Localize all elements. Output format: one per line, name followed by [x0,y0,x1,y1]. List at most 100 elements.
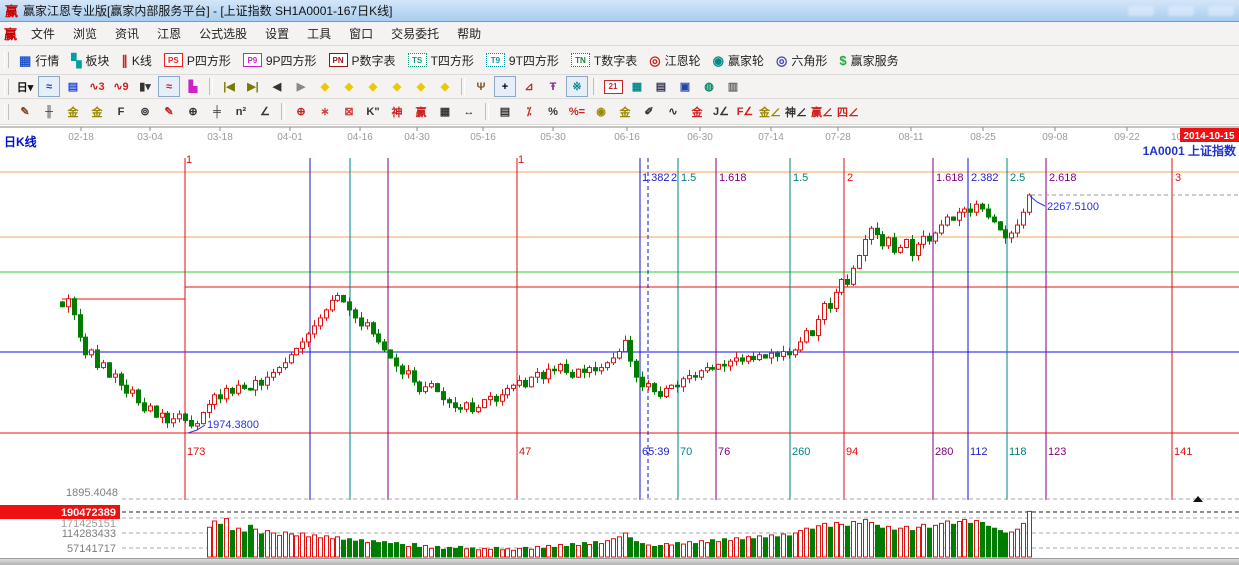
percent-button[interactable]: % [542,101,564,122]
grid-star-button[interactable]: ⊠ [338,101,360,122]
f-ruler-button[interactable]: F [110,101,132,122]
diamond-cross-button[interactable]: ◆ [434,76,456,97]
t-square-button[interactable]: TS T四方形 [402,49,480,72]
star-web-button[interactable]: ∗ [314,101,336,122]
first-page-button[interactable]: |◀ [218,76,240,97]
diamond-star-button[interactable]: ◆ [410,76,432,97]
save-button[interactable]: ▣ [674,76,696,97]
gold-angle-button[interactable]: 金∠ [758,101,782,122]
volume-bar [277,534,282,558]
menu-item-8[interactable]: 窗口 [340,22,382,45]
spiral-button[interactable]: ⊚ [134,101,156,122]
menu-item-5[interactable]: 公式选股 [190,22,256,45]
hexagon-button[interactable]: ◎ 六角形 [770,49,833,72]
gold-ruler-button[interactable]: 金 [62,101,84,122]
window-controls[interactable] [1128,5,1234,16]
grid-123-button[interactable]: ▦ [434,101,456,122]
menu-item-3[interactable]: 资讯 [106,22,148,45]
k-quote-button[interactable]: K" [362,101,384,122]
winner-wheel-button[interactable]: ◉ 赢家轮 [707,49,770,72]
list-pct-button[interactable]: ▤ [494,101,516,122]
ruler2-button[interactable]: ╪ [206,101,228,122]
brush-button[interactable]: ✎ [14,101,36,122]
prev-button[interactable]: ◀ [266,76,288,97]
volume-bar [488,548,493,558]
export-button[interactable]: ◍ [698,76,720,97]
hand-button[interactable]: Ψ [470,76,492,97]
ruler-button[interactable]: ╫ [38,101,60,122]
period-button[interactable]: 日▾ [14,76,36,97]
winner-service-button[interactable]: $ 赢家服务 [833,49,904,72]
candle-body [423,386,428,393]
maximize-button[interactable] [1168,5,1194,16]
close-button[interactable] [1208,5,1234,16]
menu-item-10[interactable]: 帮助 [448,22,490,45]
j-angle-button[interactable]: J∠ [710,101,732,122]
calendar-button[interactable]: 21 [602,76,624,97]
f-angle-button[interactable]: F∠ [734,101,756,122]
pct-lines-button[interactable]: %= [566,101,588,122]
calculator-button[interactable]: ▦ [626,76,648,97]
shen-grid-button[interactable]: 神 [386,101,408,122]
info-button[interactable]: ▤ [62,76,84,97]
target-button[interactable]: ⊕ [290,101,312,122]
kline-chart[interactable]: 02-18 03-04 03-18 04-01 04-16 04-30 05-16 05-30… [0,125,1239,558]
gann-brain-button[interactable]: ※ [566,76,588,97]
gann-p-button[interactable]: Ŧ [542,76,564,97]
first-page-icon: |◀ [223,81,235,93]
diamond-right-button[interactable]: ◆ [338,76,360,97]
pen-1-button[interactable]: ✐ [638,101,660,122]
wave-button[interactable]: ∿ [662,101,684,122]
menu-item-2[interactable]: 浏览 [64,22,106,45]
diamond-left-button[interactable]: ◆ [314,76,336,97]
red-pen-button[interactable]: ✎ [158,101,180,122]
zoom-area-button[interactable]: ≈ [38,76,60,97]
next-button[interactable]: ▶ [290,76,312,97]
shen-angle-button[interactable]: 神∠ [784,101,808,122]
gold-under-icon: 金 [691,106,703,119]
four-angle-button[interactable]: 四∠ [836,101,860,122]
p-square-button[interactable]: PS P四方形 [158,49,237,72]
t-table-button[interactable]: TN T数字表 [565,49,643,72]
svg-text:76: 76 [718,446,730,458]
quote-button[interactable]: ▦ 行情 [13,49,65,72]
diamond-h-button[interactable]: ◆ [362,76,384,97]
9p-square-button[interactable]: P9 9P四方形 [237,49,323,72]
notes-button[interactable]: ▤ [650,76,672,97]
diamond-x-button[interactable]: ◆ [386,76,408,97]
menu-item-1[interactable]: 文件 [22,22,64,45]
win-angle-button[interactable]: 赢∠ [810,101,834,122]
workstation-button[interactable]: ▥ [722,76,744,97]
width-button[interactable]: ↔ [458,101,480,122]
menu-item-6[interactable]: 设置 [256,22,298,45]
circle-ruler-button[interactable]: ⊕ [182,101,204,122]
menu-item-4[interactable]: 江恩 [148,22,190,45]
menu-item-9[interactable]: 交易委托 [382,22,448,45]
menu-item-7[interactable]: 工具 [298,22,340,45]
crosshair-button[interactable]: + [494,76,516,97]
measure-button[interactable]: ⊿ [518,76,540,97]
slash-pct-button[interactable]: ⁒ [518,101,540,122]
gold-under-button[interactable]: 金 [686,101,708,122]
n-square-button[interactable]: n² [230,101,252,122]
win-grid-button[interactable]: 赢 [410,101,432,122]
p-table-button[interactable]: PN P数字表 [323,49,402,72]
sector-button[interactable]: ▚ 板块 [65,49,115,72]
volume-bar [365,542,370,558]
candle-style-button[interactable]: ▮▾ [134,76,156,97]
trend-button[interactable]: ≈ [158,76,180,97]
angle-button[interactable]: ∠ [254,101,276,122]
wave9-button[interactable]: ∿9 [110,76,132,97]
gold-line-button[interactable]: 金 [614,101,636,122]
last-page-button[interactable]: ▶| [242,76,264,97]
gann-wheel-button[interactable]: ◎ 江恩轮 [643,49,706,72]
kline-button[interactable]: ∥ K线 [115,49,158,72]
candle-body [722,363,727,367]
candle-body [675,384,680,388]
minimize-button[interactable] [1128,5,1154,16]
gold-ruler2-button[interactable]: 金 [86,101,108,122]
9t-square-button[interactable]: T9 9T四方形 [480,49,565,72]
histogram-button[interactable]: ▙ [182,76,204,97]
gold-circle-button[interactable]: ◉ [590,101,612,122]
wave3-button[interactable]: ∿3 [86,76,108,97]
